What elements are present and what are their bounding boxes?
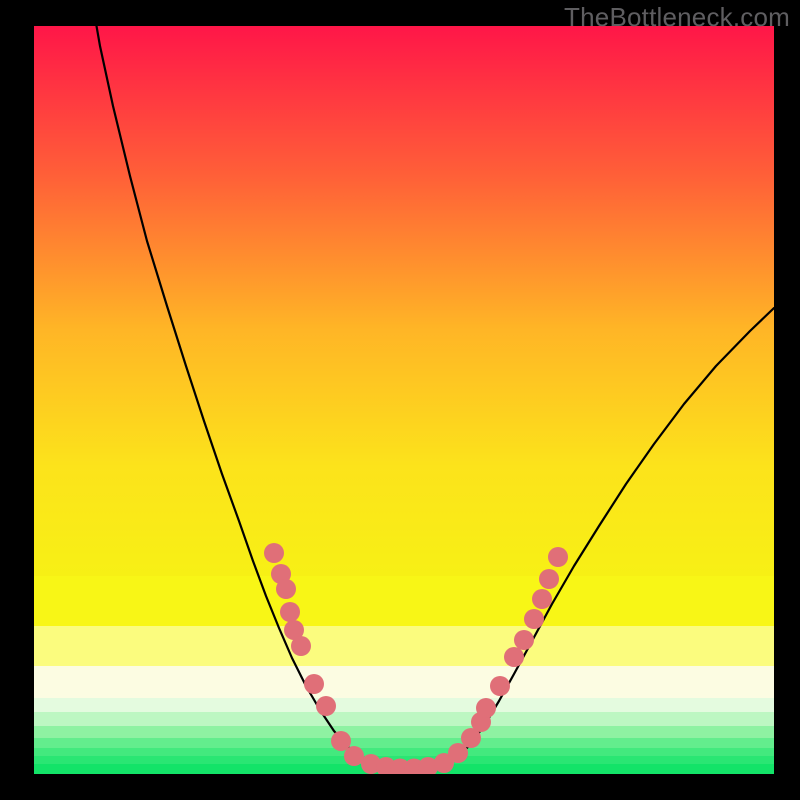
data-point xyxy=(304,674,324,694)
data-point xyxy=(548,547,568,567)
watermark-text: TheBottleneck.com xyxy=(564,2,790,33)
background-band xyxy=(34,666,774,698)
background-band xyxy=(34,712,774,726)
data-point xyxy=(276,579,296,599)
chart-svg xyxy=(34,26,774,774)
background-band xyxy=(34,726,774,738)
data-point xyxy=(514,630,534,650)
data-point xyxy=(539,569,559,589)
data-point xyxy=(524,609,544,629)
outer-frame: TheBottleneck.com xyxy=(0,0,800,800)
data-point xyxy=(291,636,311,656)
data-point xyxy=(532,589,552,609)
background-band xyxy=(34,26,774,576)
data-point xyxy=(344,746,364,766)
plot-area xyxy=(34,26,774,774)
data-point xyxy=(490,676,510,696)
data-point xyxy=(504,647,524,667)
data-point xyxy=(264,543,284,563)
background-band xyxy=(34,576,774,626)
data-point xyxy=(280,602,300,622)
background-band xyxy=(34,748,774,756)
data-point xyxy=(316,696,336,716)
background-band xyxy=(34,738,774,748)
background-band xyxy=(34,626,774,666)
background-band xyxy=(34,698,774,712)
data-point xyxy=(476,698,496,718)
